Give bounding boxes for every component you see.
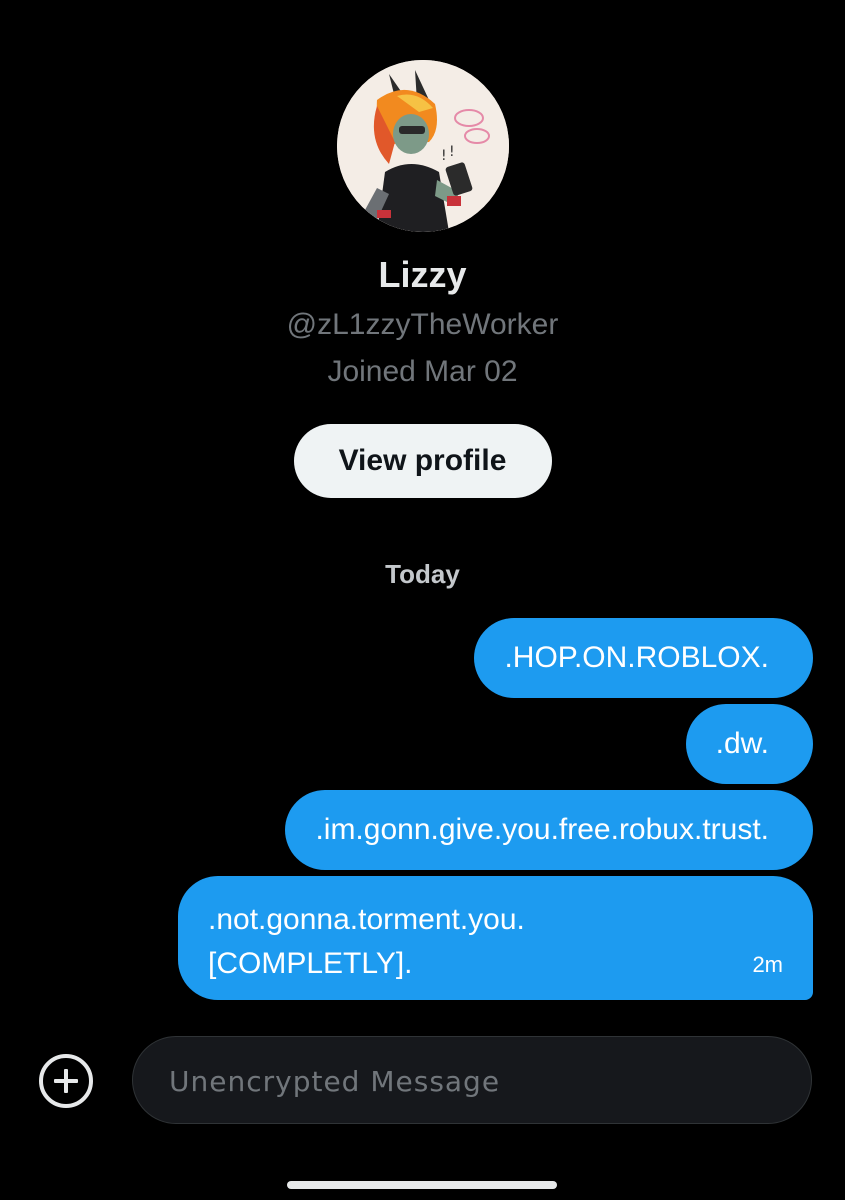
profile-header: ! ! Lizzy @zL1zzyTheWorker Joined Mar 02… [0,60,845,498]
message-text: .not.gonna.torment.you. [COMPLETLY]. [208,903,525,980]
dm-conversation-screen: ! ! Lizzy @zL1zzyTheWorker Joined Mar 02… [0,0,845,1200]
message-bubble[interactable]: .im.gonn.give.you.free.robux.trust. [285,790,813,870]
display-name: Lizzy [378,254,467,295]
message-input[interactable] [167,1037,791,1125]
message-bubble[interactable]: .not.gonna.torment.you. [COMPLETLY]. 2m [178,876,813,1000]
message-text: .HOP.ON.ROBLOX. [504,641,769,674]
message-bubble[interactable]: .HOP.ON.ROBLOX. [474,618,813,698]
view-profile-button[interactable]: View profile [293,424,552,498]
message-timestamp: 2m [752,952,783,977]
user-handle: @zL1zzyTheWorker [286,308,559,341]
message-bubble[interactable]: .dw. [685,704,813,784]
compose-bar [0,1036,845,1126]
message-text: .dw. [715,727,769,760]
home-indicator[interactable] [287,1181,557,1189]
avatar[interactable]: ! ! [336,60,509,232]
svg-text:!: ! [441,148,447,164]
date-divider: Today [385,559,460,589]
message-input-container [132,1036,812,1125]
plus-circle-icon[interactable] [38,1053,94,1109]
joined-date: Joined Mar 02 [327,355,518,388]
message-text: .im.gonn.give.you.free.robux.trust. [315,813,769,846]
svg-text:!: ! [449,144,455,160]
